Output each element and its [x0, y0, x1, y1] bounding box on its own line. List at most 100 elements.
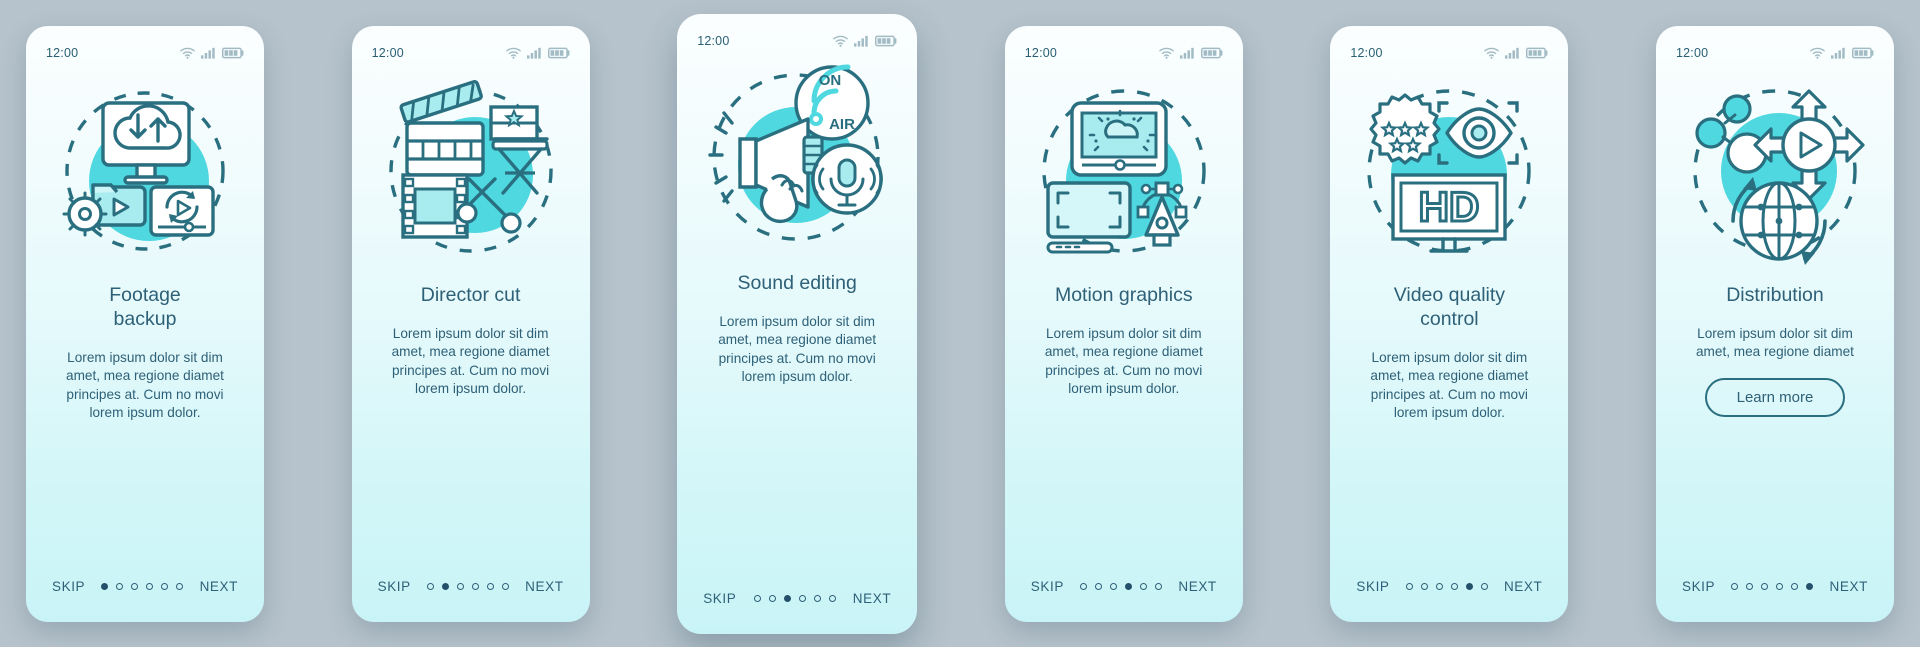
onboarding-card-6: 12:00 Distribution Lorem ipsum dolor sit …	[1655, 25, 1894, 622]
learn-more-button[interactable]: Learn more	[1704, 377, 1846, 417]
svg-text:ON: ON	[819, 72, 842, 89]
card-title: Video quality control	[1393, 283, 1506, 330]
status-icons	[180, 47, 244, 59]
page-dot-active[interactable]	[101, 583, 109, 590]
next-button[interactable]: NEXT	[1178, 579, 1216, 594]
next-button[interactable]: NEXT	[853, 591, 891, 606]
next-button[interactable]: NEXT	[200, 579, 238, 594]
card-bottom-nav: SKIP NEXT	[26, 552, 264, 622]
wifi-icon	[505, 47, 521, 59]
status-bar: 12:00	[26, 26, 264, 64]
page-dot[interactable]	[131, 583, 139, 590]
card-description: Lorem ipsum dolor sit dim amet, mea regi…	[1696, 325, 1854, 360]
card-title: Motion graphics	[1054, 283, 1193, 306]
page-dot[interactable]	[1080, 583, 1088, 590]
card-bottom-nav: SKIP NEXT	[677, 564, 917, 634]
status-time: 12:00	[1350, 45, 1383, 60]
wifi-icon	[1159, 47, 1174, 59]
page-dot-active[interactable]	[1806, 583, 1814, 590]
next-button[interactable]: NEXT	[1504, 579, 1542, 594]
page-dot[interactable]	[1095, 583, 1103, 590]
battery-icon	[547, 47, 570, 58]
page-dot[interactable]	[501, 583, 509, 590]
status-bar: 12:00	[1656, 26, 1894, 64]
cellular-signal-icon	[526, 47, 541, 59]
page-dot[interactable]	[486, 583, 494, 590]
page-dot[interactable]	[161, 583, 169, 590]
onboarding-card-1: 12:00 Footage backup Lorem ipsum dolor si…	[26, 25, 264, 622]
page-dot[interactable]	[798, 595, 806, 602]
page-dot[interactable]	[813, 595, 821, 602]
clapperboard-director-chair-illustration	[352, 64, 590, 279]
cellular-signal-icon	[854, 35, 868, 47]
card-text: Distribution Lorem ipsum dolor sit dim am…	[1656, 279, 1894, 552]
status-bar: 12:00	[1005, 26, 1243, 64]
skip-button[interactable]: SKIP	[1682, 579, 1715, 594]
card-title: Footage backup	[109, 283, 181, 330]
cellular-signal-icon	[1179, 47, 1194, 59]
skip-button[interactable]: SKIP	[52, 579, 85, 594]
next-button[interactable]: NEXT	[1830, 579, 1868, 594]
page-dot[interactable]	[1155, 583, 1163, 590]
page-indicator-dots	[1405, 583, 1488, 590]
card-title: Distribution	[1726, 283, 1824, 306]
card-bottom-nav: SKIP NEXT	[1656, 552, 1894, 622]
cellular-signal-icon	[1505, 47, 1520, 59]
onboarding-card-5: 12:00 HD Video quality control Lorem ipsu…	[1330, 25, 1569, 622]
megaphone-on-air-microphone-illustration: ON AIR	[677, 52, 917, 267]
page-dot-active[interactable]	[1125, 583, 1133, 590]
wifi-icon	[180, 47, 195, 59]
page-dot[interactable]	[1435, 583, 1443, 590]
card-description: Lorem ipsum dolor sit dim amet, mea regi…	[1370, 349, 1529, 421]
page-dot[interactable]	[176, 583, 184, 590]
skip-button[interactable]: SKIP	[1356, 579, 1389, 594]
card-description: Lorem ipsum dolor sit dim amet, mea regi…	[391, 325, 550, 397]
skip-button[interactable]: SKIP	[1031, 579, 1064, 594]
page-dot[interactable]	[456, 583, 464, 590]
wifi-icon	[1810, 47, 1825, 59]
status-bar: 12:00	[352, 26, 590, 64]
globe-share-arrows-illustration	[1656, 64, 1894, 279]
page-dot[interactable]	[1761, 583, 1769, 590]
card-text: Video quality control Lorem ipsum dolor s…	[1330, 279, 1568, 552]
page-dot[interactable]	[1480, 583, 1488, 590]
page-dot[interactable]	[1110, 583, 1118, 590]
status-time: 12:00	[1024, 45, 1058, 60]
next-button[interactable]: NEXT	[525, 579, 563, 594]
card-text: Director cut Lorem ipsum dolor sit dim am…	[352, 279, 590, 552]
page-dot[interactable]	[1420, 583, 1428, 590]
page-dot[interactable]	[471, 583, 479, 590]
page-dot[interactable]	[828, 595, 836, 602]
page-dot[interactable]	[1731, 583, 1739, 590]
status-time: 12:00	[371, 45, 404, 60]
onboarding-screens-row: 12:00 Footage backup Lorem ipsum dolor si…	[0, 0, 1920, 647]
page-indicator-dots	[1731, 583, 1814, 590]
card-description: Lorem ipsum dolor sit dim amet, mea regi…	[718, 313, 877, 385]
monitor-tablet-pen-illustration	[1005, 64, 1243, 279]
page-dot[interactable]	[146, 583, 154, 590]
status-icons	[1484, 47, 1548, 59]
status-icons	[833, 35, 897, 47]
page-dot[interactable]	[426, 583, 434, 590]
page-dot-active[interactable]	[1465, 583, 1473, 590]
page-dot[interactable]	[1405, 583, 1413, 590]
page-dot[interactable]	[116, 583, 124, 590]
page-dot[interactable]	[1450, 583, 1458, 590]
card-bottom-nav: SKIP NEXT	[1005, 552, 1243, 622]
page-dot[interactable]	[1791, 583, 1799, 590]
onboarding-card-2: 12:00 Director cut Lorem ipsum dolor sit…	[351, 25, 590, 622]
page-dot[interactable]	[1776, 583, 1784, 590]
status-icons	[505, 47, 570, 59]
skip-button[interactable]: SKIP	[378, 579, 411, 594]
cellular-signal-icon	[201, 47, 215, 59]
page-dot-active[interactable]	[783, 595, 791, 602]
page-indicator-dots	[1080, 583, 1163, 590]
page-dot[interactable]	[768, 595, 776, 602]
page-dot[interactable]	[1140, 583, 1148, 590]
status-time: 12:00	[1675, 45, 1709, 60]
skip-button[interactable]: SKIP	[703, 591, 736, 606]
page-dot-active[interactable]	[441, 583, 449, 590]
page-dot[interactable]	[753, 595, 761, 602]
page-dot[interactable]	[1746, 583, 1754, 590]
svg-text:AIR: AIR	[829, 116, 855, 133]
